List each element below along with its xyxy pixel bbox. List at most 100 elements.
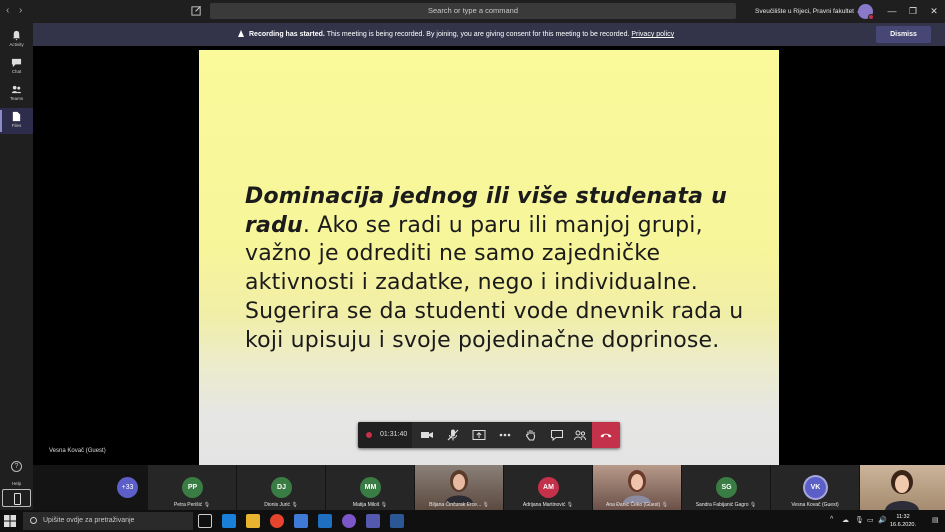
forward-icon[interactable]: › bbox=[19, 5, 22, 17]
share-screen-icon[interactable] bbox=[472, 428, 486, 442]
restore-button[interactable]: ❐ bbox=[906, 4, 920, 18]
participant-tile-speaking[interactable]: VK Vesna Kovač (Guest) bbox=[771, 465, 859, 510]
mic-off-icon: 🎙 bbox=[291, 502, 298, 508]
slide-punct: . bbox=[302, 212, 311, 238]
participant-video bbox=[445, 470, 473, 503]
mic-off-icon: 🎙 bbox=[566, 502, 574, 508]
mic-off-icon: 🎙 bbox=[203, 502, 211, 508]
volume-icon[interactable]: 🔊 bbox=[878, 516, 887, 524]
participant-avatar: MM bbox=[360, 477, 381, 498]
participants-strip: +33 PP Petra Perišić 🎙 DJ Dionis Jurić 🎙… bbox=[33, 465, 945, 510]
participant-tile[interactable]: MM Matija Miloš 🎙 bbox=[326, 465, 414, 510]
recording-banner: Recording has started. This meeting is b… bbox=[33, 23, 945, 46]
taskbar-search-input[interactable]: Upišite ovdje za pretraživanje bbox=[23, 512, 193, 530]
word-icon[interactable] bbox=[390, 514, 404, 528]
teams-window: ‹ › Search or type a command Sveučilište… bbox=[0, 0, 945, 532]
back-icon[interactable]: ‹ bbox=[6, 5, 9, 17]
task-view-icon[interactable] bbox=[198, 514, 212, 528]
name-text: Biljana Činčurak Erce... bbox=[429, 502, 482, 508]
more-participants-button[interactable]: +33 bbox=[117, 477, 138, 498]
user-avatar[interactable] bbox=[858, 4, 874, 20]
hang-up-icon bbox=[600, 433, 612, 438]
new-chat-icon[interactable] bbox=[191, 5, 202, 16]
help-icon: ? bbox=[11, 461, 22, 472]
participant-avatar: SG bbox=[716, 477, 737, 498]
self-video-tile[interactable] bbox=[860, 465, 945, 510]
notifications-icon[interactable]: ▤ bbox=[932, 516, 939, 524]
mic-tray-icon[interactable]: 🎙 bbox=[855, 516, 864, 524]
warning-icon bbox=[238, 30, 244, 37]
command-search-input[interactable]: Search or type a command bbox=[210, 3, 736, 19]
participant-name: Matija Miloš 🎙 bbox=[326, 501, 414, 510]
self-video bbox=[885, 470, 919, 510]
search-icon bbox=[30, 517, 37, 524]
viber-icon[interactable] bbox=[342, 514, 356, 528]
slide-body: Ako se radi u paru ili manjoj grupi, važ… bbox=[245, 212, 744, 353]
raise-hand-icon[interactable] bbox=[524, 428, 538, 442]
mic-off-icon: 🎙 bbox=[380, 502, 388, 508]
rail-item-files[interactable]: Files bbox=[0, 108, 33, 134]
participant-name: Petra Perišić 🎙 bbox=[148, 501, 236, 510]
rail-label: Activity bbox=[9, 42, 24, 47]
meeting-stage: Dominacija jednog ili više studenata u r… bbox=[33, 46, 945, 465]
microphone-icon[interactable] bbox=[446, 428, 460, 442]
rail-item-activity[interactable]: Activity bbox=[0, 27, 33, 53]
participant-name: Adrijana Martinović 🎙 bbox=[504, 501, 592, 510]
rail-item-teams[interactable]: Teams bbox=[0, 81, 33, 107]
chat-icon[interactable] bbox=[550, 428, 564, 442]
name-text: Sandra Fabijanić Gagro bbox=[695, 502, 749, 508]
title-bar: ‹ › Search or type a command Sveučilište… bbox=[0, 0, 945, 23]
dismiss-button[interactable]: Dismiss bbox=[876, 26, 931, 43]
files-icon bbox=[12, 111, 21, 122]
app-rail: Activity Chat Teams Files ? Help bbox=[0, 23, 33, 510]
close-button[interactable]: ✕ bbox=[927, 4, 941, 18]
rail-item-help[interactable]: ? Help bbox=[0, 461, 33, 490]
network-icon[interactable]: ▭ bbox=[867, 516, 874, 524]
participant-avatar: PP bbox=[182, 477, 203, 498]
participant-name: Ana Đanić Čeko (Guest) 🎙 bbox=[593, 501, 681, 510]
participant-avatar: DJ bbox=[271, 477, 292, 498]
system-clock[interactable]: 11:32 16.6.2020. bbox=[890, 513, 916, 529]
chrome-icon[interactable] bbox=[270, 514, 284, 528]
mic-off-icon: 🎙 bbox=[661, 502, 668, 508]
call-controls: 01:31:40 bbox=[358, 422, 620, 448]
rail-label: Files bbox=[11, 123, 22, 128]
participant-tile[interactable]: DJ Dionis Jurić 🎙 bbox=[237, 465, 325, 510]
mail-icon[interactable] bbox=[318, 514, 332, 528]
participant-video-tile[interactable]: Ana Đanić Čeko (Guest) 🎙 bbox=[593, 465, 681, 510]
privacy-policy-link[interactable]: Privacy policy bbox=[631, 31, 674, 38]
more-actions-icon[interactable] bbox=[498, 428, 512, 442]
participant-tile[interactable]: PP Petra Perišić 🎙 bbox=[148, 465, 236, 510]
banner-title: Recording has started. bbox=[249, 31, 325, 38]
edge-icon[interactable] bbox=[222, 514, 236, 528]
store-icon[interactable] bbox=[294, 514, 308, 528]
name-text: Petra Perišić bbox=[173, 502, 203, 508]
participant-video bbox=[623, 470, 651, 503]
camera-icon[interactable] bbox=[420, 428, 434, 442]
participant-video-tile[interactable]: Biljana Činčurak Erce... 🎙 bbox=[415, 465, 503, 510]
slide-text: Dominacija jednog ili više studenata u r… bbox=[245, 183, 745, 355]
recording-icon bbox=[366, 432, 372, 438]
file-explorer-icon[interactable] bbox=[246, 514, 260, 528]
name-text: Adrijana Martinović bbox=[522, 502, 566, 508]
minimize-button[interactable]: — bbox=[885, 4, 899, 18]
clock-date: 16.6.2020. bbox=[890, 522, 916, 528]
participant-tile[interactable]: SG Sandra Fabijanić Gagro 🎙 bbox=[682, 465, 770, 510]
onedrive-icon[interactable]: ☁ bbox=[842, 516, 849, 524]
speaker-name-label: Vesna Kovač (Guest) bbox=[49, 448, 106, 454]
tray-chevron-icon[interactable]: ^ bbox=[830, 516, 833, 523]
clock-time: 11:32 bbox=[896, 514, 910, 520]
hang-up-button[interactable] bbox=[592, 422, 620, 448]
participant-tile[interactable]: AM Adrijana Martinović 🎙 bbox=[504, 465, 592, 510]
participant-avatar: VK bbox=[805, 477, 826, 498]
participant-name: Dionis Jurić 🎙 bbox=[237, 501, 325, 510]
org-switcher[interactable]: Sveučilište u Rijeci, Pravni fakultet ⌄ bbox=[755, 0, 861, 23]
device-icon[interactable] bbox=[2, 489, 31, 507]
recording-message: Recording has started. This meeting is b… bbox=[238, 23, 674, 46]
windows-start-icon[interactable] bbox=[4, 515, 16, 527]
rail-item-chat[interactable]: Chat bbox=[0, 54, 33, 80]
rail-label: Chat bbox=[11, 69, 22, 74]
participants-icon[interactable] bbox=[573, 428, 587, 442]
bell-icon bbox=[12, 30, 21, 41]
teams-taskbar-icon[interactable] bbox=[366, 514, 380, 528]
